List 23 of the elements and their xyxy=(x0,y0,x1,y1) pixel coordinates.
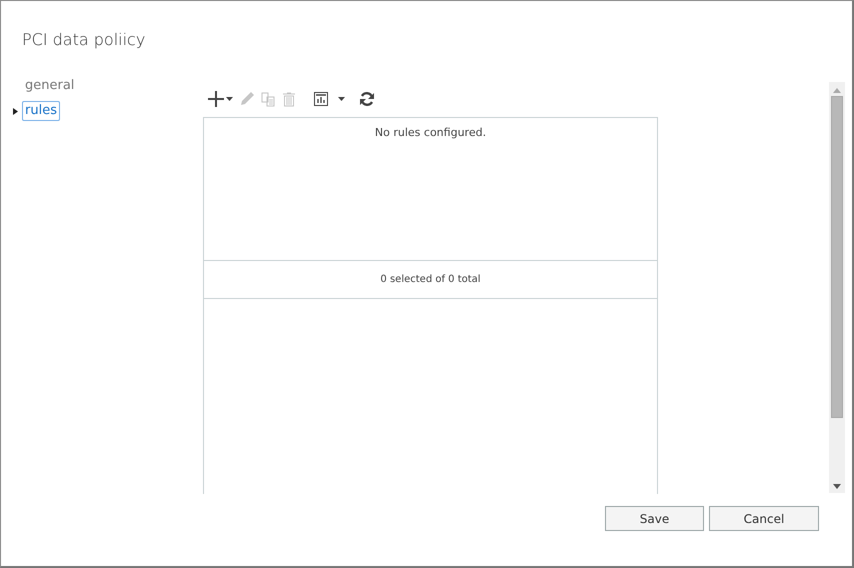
pencil-icon xyxy=(239,91,255,108)
refresh-button[interactable] xyxy=(359,91,375,108)
report-button[interactable] xyxy=(314,92,345,106)
caret-icon xyxy=(338,97,345,102)
dialog-title: PCI data poliicy xyxy=(21,29,146,51)
scrollbar-thumb[interactable] xyxy=(831,96,843,418)
plus-icon xyxy=(208,91,224,108)
trash-icon xyxy=(282,92,296,107)
scroll-down-icon[interactable] xyxy=(833,484,841,489)
save-button[interactable]: Save xyxy=(605,506,704,531)
nav-item[interactable]: general xyxy=(22,76,78,96)
copy-icon xyxy=(261,92,276,107)
cancel-button[interactable]: Cancel xyxy=(709,506,819,531)
triangle-icon xyxy=(13,108,18,114)
scroll-up-icon[interactable] xyxy=(833,88,841,93)
scrollbar[interactable] xyxy=(829,82,845,493)
chart-icon xyxy=(314,92,328,106)
empty-message: No rules configured. xyxy=(374,126,486,139)
refresh-icon xyxy=(359,91,375,108)
selection-count: 0 selected of 0 total xyxy=(380,274,481,285)
nav-item[interactable]: rules xyxy=(22,101,60,121)
caret-icon xyxy=(226,97,233,102)
add-button[interactable] xyxy=(208,91,233,108)
